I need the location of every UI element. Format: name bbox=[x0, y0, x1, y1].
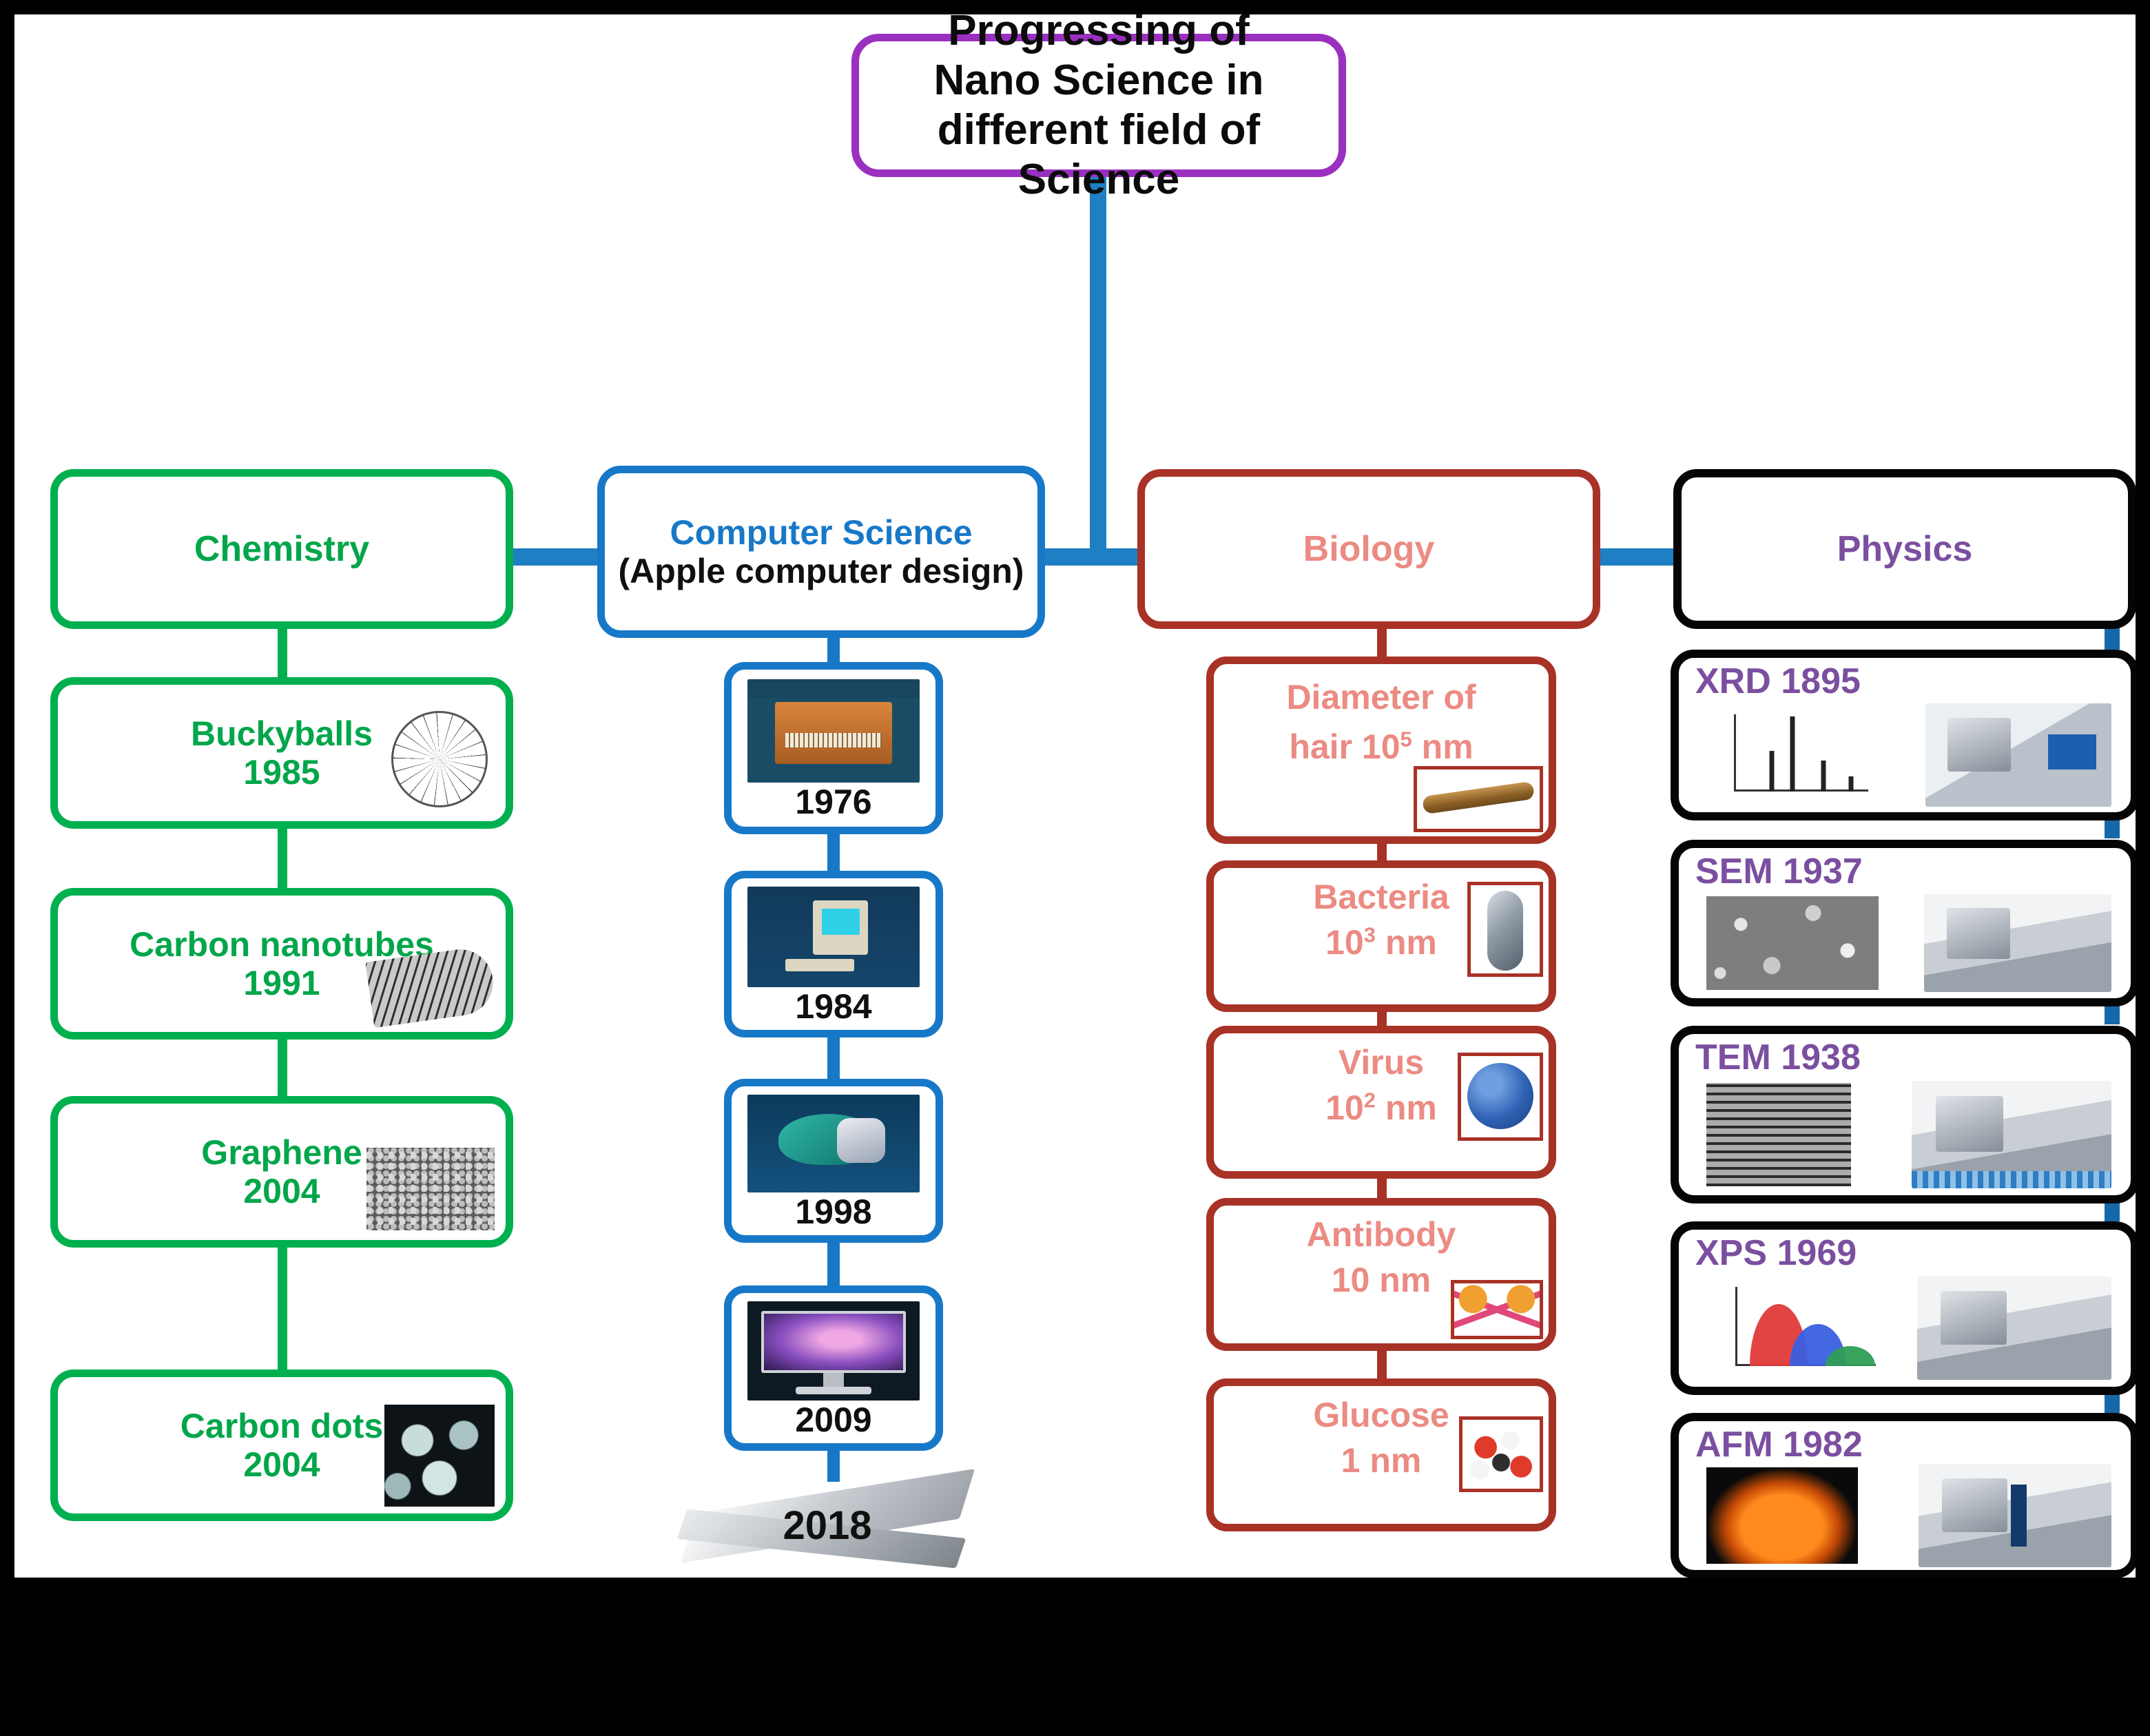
computer-science-label: Computer Science bbox=[670, 513, 973, 552]
tem-instrument-icon bbox=[1912, 1081, 2111, 1188]
diagram-title-box: Progressing of Nano Science in different… bbox=[851, 14, 1346, 203]
chemistry-item-year: 1991 bbox=[243, 964, 320, 1002]
cs-link-4 bbox=[827, 1238, 840, 1293]
cs-item-year: 1984 bbox=[795, 987, 872, 1026]
biology-item-line2: hair 105 nm bbox=[1289, 727, 1474, 766]
bacteria-rod-icon bbox=[1467, 882, 1543, 977]
diagram-canvas: Progressing of Nano Science in different… bbox=[14, 14, 2136, 1578]
chemistry-item-year: 2004 bbox=[243, 1172, 320, 1210]
virus-capsid-icon bbox=[1458, 1053, 1543, 1141]
physics-item-afm[interactable]: AFM 1982 bbox=[1671, 1413, 2136, 1578]
biology-item-line1: Antibody bbox=[1306, 1215, 1456, 1254]
biology-label: Biology bbox=[1303, 528, 1435, 569]
afm-topography-icon bbox=[1706, 1467, 1858, 1564]
sem-instrument-icon bbox=[1924, 894, 2111, 992]
physics-item-label: TEM 1938 bbox=[1695, 1037, 1861, 1077]
xps-spectrum-icon bbox=[1706, 1279, 1887, 1378]
physics-label: Physics bbox=[1837, 528, 1973, 569]
cs-item-year: 2018 bbox=[783, 1502, 872, 1548]
buckyball-icon bbox=[391, 711, 488, 807]
chemistry-item-year: 2004 bbox=[243, 1445, 320, 1484]
chem-link-4 bbox=[278, 1243, 287, 1374]
xrd-instrument-icon bbox=[1925, 703, 2111, 807]
macintosh-128k-icon bbox=[747, 887, 920, 987]
hair-strand-icon bbox=[1414, 766, 1543, 832]
chemistry-item-carbon-dots[interactable]: Carbon dots 2004 bbox=[50, 1370, 513, 1521]
physics-item-label: XRD 1895 bbox=[1695, 661, 1861, 701]
xrd-diffractogram-icon bbox=[1706, 707, 1879, 803]
imac-aluminium-icon bbox=[747, 1301, 920, 1401]
cs-item-1976[interactable]: 1976 bbox=[724, 662, 943, 834]
biology-item-antibody[interactable]: Antibody 10 nm bbox=[1206, 1198, 1556, 1351]
biology-item-virus[interactable]: Virus 102 nm bbox=[1206, 1026, 1556, 1179]
physics-item-label: SEM 1937 bbox=[1695, 851, 1863, 891]
imac-g3-icon bbox=[747, 1095, 920, 1192]
chemistry-item-name: Carbon dots bbox=[180, 1407, 384, 1445]
physics-item-label: AFM 1982 bbox=[1695, 1425, 1863, 1465]
cs-item-1984[interactable]: 1984 bbox=[724, 871, 943, 1037]
biology-item-hair[interactable]: Diameter of hair 105 nm bbox=[1206, 657, 1556, 844]
biology-item-line1: Diameter of bbox=[1286, 678, 1476, 716]
antibody-icon bbox=[1451, 1280, 1543, 1339]
chemistry-item-year: 1985 bbox=[243, 753, 320, 792]
chemistry-item-name: Buckyballs bbox=[190, 714, 373, 753]
field-box-computer-science[interactable]: Computer Science (Apple computer design) bbox=[597, 466, 1045, 638]
graphene-lattice-icon bbox=[366, 1148, 495, 1230]
physics-item-tem[interactable]: TEM 1938 bbox=[1671, 1026, 2136, 1203]
chemistry-item-name: Carbon nanotubes bbox=[130, 925, 434, 964]
glucose-molecule-icon bbox=[1459, 1416, 1543, 1492]
phy-link-1 bbox=[2105, 626, 2120, 650]
physics-item-sem[interactable]: SEM 1937 bbox=[1671, 840, 2136, 1006]
carbon-dots-sem-icon bbox=[384, 1405, 495, 1507]
physics-item-label: XPS 1969 bbox=[1695, 1233, 1857, 1273]
title-trunk-connector bbox=[1090, 177, 1106, 563]
field-box-physics[interactable]: Physics bbox=[1673, 469, 2136, 629]
cs-item-year: 1976 bbox=[795, 783, 872, 821]
physics-item-xps[interactable]: XPS 1969 bbox=[1671, 1221, 2136, 1395]
physics-item-xrd[interactable]: XRD 1895 bbox=[1671, 650, 2136, 820]
cs-item-year: 2009 bbox=[795, 1401, 872, 1439]
tem-micrograph-icon bbox=[1706, 1083, 1851, 1186]
sem-micrograph-icon bbox=[1706, 896, 1879, 990]
chem-link-2 bbox=[278, 825, 287, 893]
computer-science-sublabel: (Apple computer design) bbox=[618, 552, 1024, 590]
field-box-biology[interactable]: Biology bbox=[1137, 469, 1600, 629]
title-line-1: Progressing of bbox=[948, 14, 1250, 55]
xps-instrument-icon bbox=[1917, 1277, 2111, 1380]
cs-item-2018[interactable]: 2018 bbox=[676, 1469, 979, 1577]
title-line-2: Nano Science in bbox=[933, 56, 1264, 105]
chemistry-item-buckyballs[interactable]: Buckyballs 1985 bbox=[50, 677, 513, 829]
chem-link-1 bbox=[278, 625, 287, 683]
cs-item-2009[interactable]: 2009 bbox=[724, 1285, 943, 1451]
field-box-chemistry[interactable]: Chemistry bbox=[50, 469, 513, 629]
afm-instrument-icon bbox=[1919, 1464, 2111, 1567]
cs-item-year: 1998 bbox=[795, 1192, 872, 1231]
cs-item-1998[interactable]: 1998 bbox=[724, 1079, 943, 1243]
title-line-4: Science bbox=[1017, 155, 1180, 203]
chemistry-item-graphene[interactable]: Graphene 2004 bbox=[50, 1096, 513, 1248]
chemistry-item-name: Graphene bbox=[201, 1133, 362, 1172]
chemistry-item-carbon-nanotubes[interactable]: Carbon nanotubes 1991 bbox=[50, 888, 513, 1040]
apple-i-computer-icon bbox=[747, 679, 920, 783]
biology-item-glucose[interactable]: Glucose 1 nm bbox=[1206, 1378, 1556, 1531]
biology-item-bacteria[interactable]: Bacteria 103 nm bbox=[1206, 860, 1556, 1012]
chemistry-label: Chemistry bbox=[194, 528, 370, 569]
chem-link-3 bbox=[278, 1035, 287, 1102]
title-line-3: different field of bbox=[937, 106, 1261, 154]
